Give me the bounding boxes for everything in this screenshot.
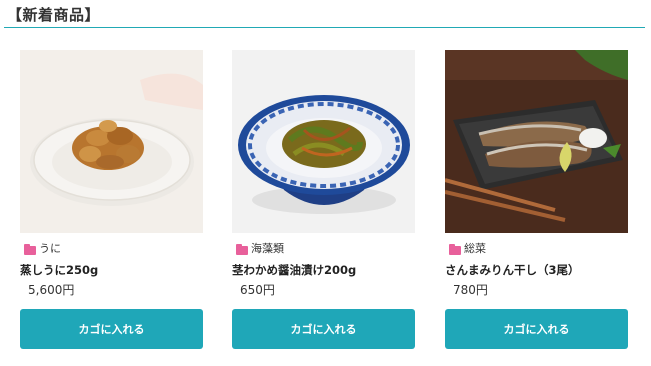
product-card: うに 蒸しうに250g 5,600円 カゴに入れる [20,50,203,349]
product-price: 5,600円 [28,283,75,297]
add-to-cart-button[interactable]: カゴに入れる [232,309,415,349]
product-category[interactable]: 海藻類 [236,241,284,257]
product-price: 780円 [453,283,488,297]
section-title: 【新着商品】 [7,6,101,24]
section-header: 【新着商品】 [4,5,645,28]
category-label: うに [39,242,61,255]
product-category[interactable]: 総菜 [449,241,486,257]
product-name[interactable]: 蒸しうに250g [20,262,98,278]
product-image[interactable] [232,50,415,233]
product-name[interactable]: さんまみりん干し（3尾） [445,262,580,278]
product-image[interactable] [20,50,203,233]
folder-icon [24,243,36,255]
add-to-cart-button[interactable]: カゴに入れる [20,309,203,349]
product-card: 海藻類 茎わかめ醤油漬け200g 650円 カゴに入れる [232,50,415,349]
product-price: 650円 [240,283,275,297]
product-image[interactable] [445,50,628,233]
add-to-cart-button[interactable]: カゴに入れる [445,309,628,349]
product-name[interactable]: 茎わかめ醤油漬け200g [232,262,356,278]
folder-icon [449,243,461,255]
category-label: 海藻類 [251,242,284,255]
product-category[interactable]: うに [24,241,61,257]
category-label: 総菜 [464,242,486,255]
folder-icon [236,243,248,255]
product-card: 総菜 さんまみりん干し（3尾） 780円 カゴに入れる [445,50,628,349]
